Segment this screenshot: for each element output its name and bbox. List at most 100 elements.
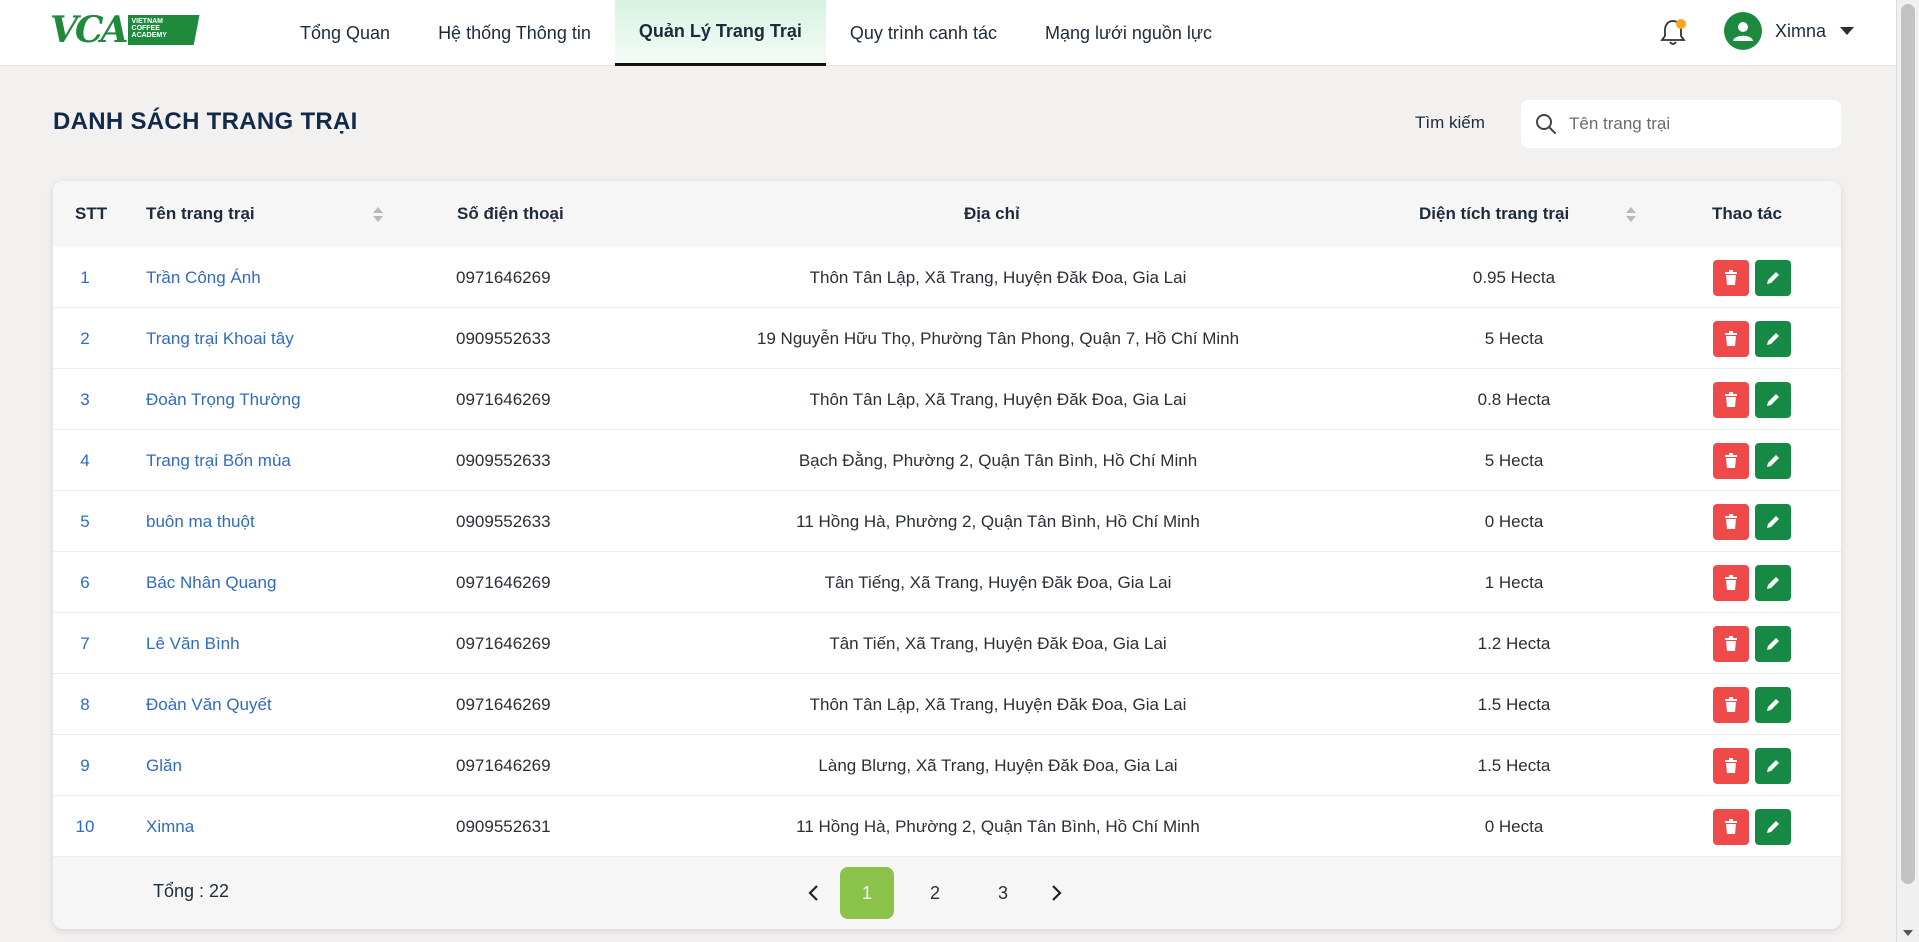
chevron-right-icon: [1052, 885, 1062, 901]
edit-button[interactable]: [1755, 687, 1791, 723]
cell-farm-name[interactable]: Lê Văn Bình: [146, 613, 240, 674]
logo-tagline: VIETNAM COFFEE ACADEMY: [127, 15, 200, 45]
cell-area: 1 Hecta: [1484, 572, 1544, 592]
trash-icon: [1725, 514, 1737, 529]
cell-farm-name[interactable]: Trang trại Khoai tây: [146, 308, 294, 369]
cell-phone: 0909552633: [456, 328, 551, 348]
scroll-down-arrow-icon[interactable]: [1903, 930, 1913, 936]
nav-item-resource-network[interactable]: Mạng lưới nguồn lực: [1021, 0, 1236, 66]
edit-button[interactable]: [1755, 809, 1791, 845]
cell-phone: 0971646269: [456, 694, 551, 714]
edit-button[interactable]: [1755, 382, 1791, 418]
cell-farm-name[interactable]: Đoàn Trọng Thường: [146, 369, 301, 430]
cell-farm-name[interactable]: Trang trại Bốn mùa: [146, 430, 291, 491]
delete-button[interactable]: [1713, 626, 1749, 662]
next-page-button[interactable]: [1037, 867, 1077, 919]
cell-phone: 0909552633: [456, 511, 551, 531]
nav-item-farm-management[interactable]: Quản Lý Trang Trại: [614, 0, 826, 66]
cell-stt[interactable]: 6: [53, 552, 117, 613]
delete-button[interactable]: [1713, 382, 1749, 418]
delete-button[interactable]: [1713, 443, 1749, 479]
logo-tagline-1: VIETNAM: [131, 18, 164, 25]
pencil-icon: [1767, 455, 1779, 467]
cell-stt[interactable]: 3: [53, 369, 117, 430]
page-button-2[interactable]: 2: [908, 867, 962, 919]
cell-stt[interactable]: 10: [53, 796, 117, 857]
cell-stt[interactable]: 2: [53, 308, 117, 369]
nav-item-overview[interactable]: Tổng Quan: [276, 0, 414, 66]
pencil-icon: [1767, 699, 1779, 711]
cell-stt[interactable]: 5: [53, 491, 117, 552]
page-button-1[interactable]: 1: [840, 867, 894, 919]
cell-phone: 0909552633: [456, 450, 551, 470]
user-menu[interactable]: Ximna: [1724, 11, 1855, 51]
table-row: 1 Trần Công Ánh 0971646269 Thôn Tân Lập, Xã…: [53, 247, 1841, 308]
farm-table-card: STT Tên trang trại Số điện thoại Địa chỉ…: [53, 181, 1841, 929]
cell-address: 11 Hồng Hà, Phường 2, Quận Tân Bình, Hồ …: [796, 511, 1200, 531]
search-icon: [1536, 114, 1556, 134]
cell-farm-name[interactable]: Ximna: [146, 796, 194, 857]
edit-button[interactable]: [1755, 260, 1791, 296]
table-row: 10 Ximna 0909552631 11 Hồng Hà, Phường 2, Q…: [53, 796, 1841, 857]
page-scrollbar[interactable]: [1896, 0, 1919, 942]
pagination: 1 2 3: [793, 867, 1077, 919]
sort-name-icon[interactable]: [373, 207, 383, 223]
page-button-3[interactable]: 3: [976, 867, 1030, 919]
table-row: 9 Glăn 0971646269 Làng Blưng, Xã Trang, Huy…: [53, 735, 1841, 796]
cell-phone: 0971646269: [456, 633, 551, 653]
edit-button[interactable]: [1755, 504, 1791, 540]
delete-button[interactable]: [1713, 687, 1749, 723]
sort-area-icon[interactable]: [1626, 207, 1636, 223]
cell-farm-name[interactable]: Trần Công Ánh: [146, 247, 261, 308]
trash-icon: [1725, 575, 1737, 590]
edit-button[interactable]: [1755, 321, 1791, 357]
cell-area: 1.2 Hecta: [1477, 633, 1551, 653]
scrollbar-thumb[interactable]: [1901, 4, 1915, 884]
cell-stt[interactable]: 4: [53, 430, 117, 491]
cell-stt[interactable]: 7: [53, 613, 117, 674]
trash-icon: [1725, 270, 1737, 285]
cell-farm-name[interactable]: Glăn: [146, 735, 182, 796]
nav-item-information-system[interactable]: Hệ thống Thông tin: [414, 0, 615, 66]
trash-icon: [1725, 636, 1737, 651]
caret-down-icon: [1840, 27, 1855, 35]
cell-stt[interactable]: 8: [53, 674, 117, 735]
nav-item-farming-process[interactable]: Quy trình canh tác: [826, 0, 1021, 66]
delete-button[interactable]: [1713, 748, 1749, 784]
edit-button[interactable]: [1755, 748, 1791, 784]
cell-address: 19 Nguyễn Hữu Thọ, Phường Tân Phong, Quậ…: [756, 328, 1240, 348]
table-body: 1 Trần Công Ánh 0971646269 Thôn Tân Lập, Xã…: [53, 247, 1841, 857]
avatar: [1724, 12, 1762, 50]
prev-page-button[interactable]: [793, 867, 833, 919]
edit-button[interactable]: [1755, 443, 1791, 479]
vca-logo[interactable]: VCA VIETNAM COFFEE ACADEMY: [50, 12, 216, 48]
cell-farm-name[interactable]: buôn ma thuột: [146, 491, 255, 552]
total-count: Tổng : 22: [153, 881, 230, 901]
notification-dot: [1676, 19, 1686, 29]
delete-button[interactable]: [1713, 504, 1749, 540]
user-name: Ximna: [1775, 20, 1827, 41]
cell-farm-name[interactable]: Bác Nhân Quang: [146, 552, 276, 613]
cell-stt[interactable]: 1: [53, 247, 117, 308]
cell-phone: 0971646269: [456, 755, 551, 775]
delete-button[interactable]: [1713, 260, 1749, 296]
pencil-icon: [1767, 760, 1779, 772]
edit-button[interactable]: [1755, 565, 1791, 601]
table-row: 3 Đoàn Trọng Thường 0971646269 Thôn Tân Lập…: [53, 369, 1841, 430]
notification-button[interactable]: [1656, 16, 1690, 50]
search-input[interactable]: [1569, 114, 1829, 134]
pencil-icon: [1767, 394, 1779, 406]
delete-button[interactable]: [1713, 565, 1749, 601]
cell-stt[interactable]: 9: [53, 735, 117, 796]
edit-button[interactable]: [1755, 626, 1791, 662]
search-label: Tìm kiếm: [1415, 113, 1485, 132]
logo-tagline-2: COFFEE: [131, 25, 160, 32]
delete-button[interactable]: [1713, 809, 1749, 845]
main-nav: Tổng Quan Hệ thống Thông tin Quản Lý Tra…: [276, 0, 1236, 66]
cell-area: 0.8 Hecta: [1477, 389, 1551, 409]
cell-phone: 0971646269: [456, 572, 551, 592]
delete-button[interactable]: [1713, 321, 1749, 357]
cell-address: Tân Tiếng, Xã Trang, Huyện Đăk Đoa, Gia …: [824, 572, 1172, 592]
cell-farm-name[interactable]: Đoàn Văn Quyết: [146, 674, 272, 735]
trash-icon: [1725, 819, 1737, 834]
